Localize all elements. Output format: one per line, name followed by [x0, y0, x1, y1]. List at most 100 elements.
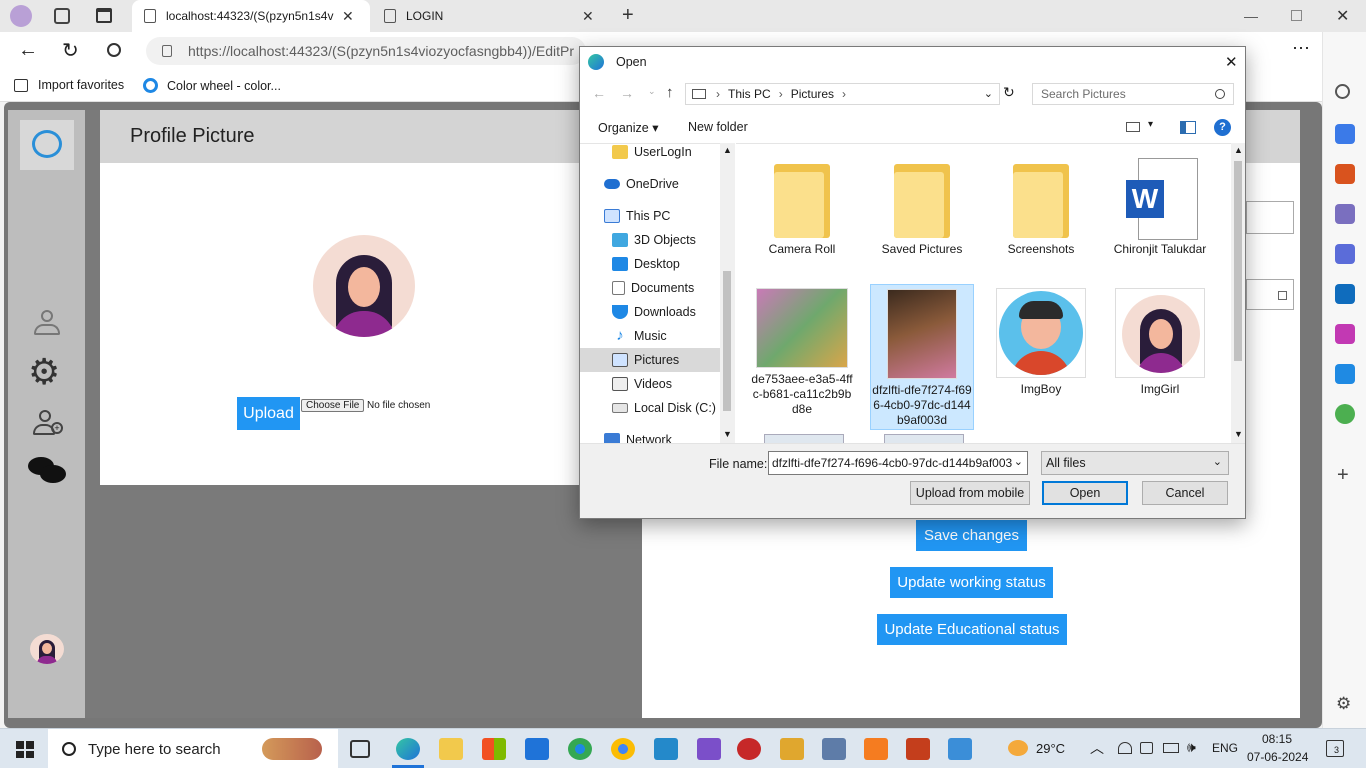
- nav-item-network[interactable]: Network: [580, 428, 720, 443]
- folder-saved-pictures[interactable]: Saved Pictures: [870, 158, 974, 257]
- update-educational-status-button[interactable]: Update Educational status: [877, 614, 1067, 645]
- task-view-icon[interactable]: [350, 740, 370, 758]
- minimize-icon[interactable]: —: [1244, 8, 1258, 24]
- taskbar-search-box[interactable]: Type here to search: [48, 729, 338, 768]
- save-changes-button[interactable]: Save changes: [916, 520, 1027, 551]
- tab-actions-icon[interactable]: [96, 8, 112, 23]
- nav-item-desktop[interactable]: Desktop: [580, 252, 720, 276]
- close-tab-icon[interactable]: ✕: [582, 8, 594, 25]
- forward-arrow-icon[interactable]: →: [620, 85, 634, 101]
- file-image-dfzlfti[interactable]: dfzlfti-dfe7f274-f696-4cb0-97dc-d144b9af…: [870, 284, 974, 430]
- date-input[interactable]: [1246, 279, 1294, 310]
- chevron-down-icon[interactable]: ⌄: [1014, 455, 1023, 468]
- file-image-de753aee[interactable]: de753aee-e3a5-4ffc-b681-ca11c2b9bd8e: [750, 288, 854, 417]
- restore-icon[interactable]: [1291, 10, 1302, 21]
- vscode-icon[interactable]: [654, 738, 678, 760]
- file-scrollbar[interactable]: ▲ ▼: [1231, 143, 1245, 443]
- battery-icon[interactable]: [1163, 743, 1179, 753]
- outlook-icon[interactable]: [1335, 284, 1355, 304]
- view-options-icon[interactable]: [1126, 122, 1140, 132]
- text-input[interactable]: [1246, 201, 1294, 234]
- image-thumbnail[interactable]: [884, 434, 964, 443]
- search-icon[interactable]: [107, 43, 121, 57]
- edge-browser-icon[interactable]: [396, 738, 420, 760]
- snipping-tool-icon[interactable]: [948, 738, 972, 760]
- file-type-select[interactable]: All files ⌄: [1041, 451, 1229, 475]
- nav-item-onedrive[interactable]: OneDrive: [580, 172, 720, 196]
- view-dropdown-icon[interactable]: ▾: [1148, 119, 1153, 130]
- nav-item-videos[interactable]: Videos: [580, 372, 720, 396]
- add-sidebar-icon[interactable]: +: [1337, 464, 1349, 487]
- path-breadcrumb[interactable]: › This PC › Pictures › ⌄: [685, 83, 1000, 105]
- url-field[interactable]: https://localhost:44323/(S(pzyn5n1s4vioz…: [146, 37, 586, 65]
- refresh-icon[interactable]: ↻: [1003, 84, 1015, 101]
- nav-item-this-pc[interactable]: This PC: [580, 204, 720, 228]
- upload-from-mobile-button[interactable]: Upload from mobile: [910, 481, 1030, 505]
- nav-item-downloads[interactable]: Downloads: [580, 300, 720, 324]
- nav-scrollbar[interactable]: ▲ ▼: [720, 143, 735, 443]
- notifications-icon[interactable]: 3: [1326, 740, 1344, 757]
- network-icon[interactable]: [1118, 742, 1132, 754]
- tab-localhost[interactable]: localhost:44323/(S(pzyn5n1s4vio ✕: [132, 0, 370, 32]
- file-name-input[interactable]: dfzlfti-dfe7f274-f696-4cb0-97dc-d144b9af…: [768, 451, 1028, 475]
- file-explorer-icon[interactable]: [439, 738, 463, 760]
- windows-start-icon[interactable]: [16, 741, 34, 758]
- breadcrumb-this-pc[interactable]: This PC: [728, 87, 771, 101]
- nav-item-3d-objects[interactable]: 3D Objects: [580, 228, 720, 252]
- camera-icon[interactable]: [1140, 742, 1153, 754]
- settings-icon[interactable]: ⚙: [28, 354, 60, 390]
- recent-chevron-icon[interactable]: ⌄: [648, 86, 656, 97]
- weather-temperature[interactable]: 29°C: [1036, 741, 1065, 756]
- chrome-profile-icon[interactable]: [568, 738, 592, 760]
- upload-button[interactable]: Upload: [237, 397, 300, 430]
- clock-date[interactable]: 07-06-2024: [1247, 750, 1308, 764]
- favorite-color-wheel[interactable]: Color wheel - color...: [143, 78, 281, 93]
- clock-time[interactable]: 08:15: [1262, 732, 1292, 746]
- close-window-icon[interactable]: ✕: [1336, 6, 1349, 26]
- back-arrow-icon[interactable]: ←: [592, 85, 606, 101]
- avatar[interactable]: [30, 634, 64, 664]
- file-word-document[interactable]: W Chironjit Talukdar: [1108, 158, 1212, 257]
- chrome-icon[interactable]: [611, 738, 635, 760]
- image-thumbnail[interactable]: [764, 434, 844, 443]
- workspaces-icon[interactable]: [54, 8, 70, 24]
- send-icon[interactable]: [1335, 364, 1355, 384]
- powerpoint-icon[interactable]: [906, 738, 930, 760]
- volume-icon[interactable]: 🕪: [1187, 739, 1196, 756]
- help-icon[interactable]: ?: [1214, 119, 1231, 136]
- shopping-tag-icon[interactable]: [1335, 124, 1355, 144]
- file-image-imgboy[interactable]: ImgBoy: [989, 288, 1093, 397]
- breadcrumb-pictures[interactable]: Pictures: [791, 87, 834, 101]
- file-image-imggirl[interactable]: ImgGirl: [1108, 288, 1212, 397]
- refresh-icon[interactable]: ↻: [62, 38, 79, 63]
- weather-icon[interactable]: [1008, 740, 1028, 756]
- profile-avatar-icon[interactable]: [10, 5, 32, 27]
- choose-file-button[interactable]: Choose File: [301, 399, 365, 412]
- more-menu-icon[interactable]: ⋯: [1292, 38, 1311, 59]
- calendar-icon[interactable]: [1278, 291, 1287, 300]
- add-user-icon[interactable]: +: [33, 410, 63, 436]
- designer-icon[interactable]: [1335, 324, 1355, 344]
- preview-pane-icon[interactable]: [1180, 121, 1196, 134]
- mail-icon[interactable]: [525, 738, 549, 760]
- nav-item-documents[interactable]: Documents: [580, 276, 720, 300]
- tray-chevron-icon[interactable]: ︿: [1090, 738, 1104, 758]
- office-icon[interactable]: [1335, 244, 1355, 264]
- up-arrow-icon[interactable]: ↑: [666, 84, 674, 101]
- search-pictures-input[interactable]: Search Pictures: [1032, 83, 1234, 105]
- people-icon[interactable]: [1335, 204, 1355, 224]
- back-icon[interactable]: ←: [18, 39, 38, 62]
- new-tab-icon[interactable]: +: [622, 4, 634, 27]
- store-icon[interactable]: [482, 738, 506, 760]
- search-icon[interactable]: [1335, 84, 1350, 99]
- language-indicator[interactable]: ENG: [1212, 741, 1238, 755]
- nav-item-pictures[interactable]: Pictures: [580, 348, 720, 372]
- folder-screenshots[interactable]: Screenshots: [989, 158, 1093, 257]
- path-dropdown-icon[interactable]: ⌄: [984, 87, 993, 100]
- close-dialog-icon[interactable]: ✕: [1225, 53, 1238, 71]
- organize-button[interactable]: Organize ▾: [598, 120, 658, 135]
- settings-icon[interactable]: ⚙: [1336, 694, 1351, 714]
- cancel-button[interactable]: Cancel: [1142, 481, 1228, 505]
- tools-app-icon[interactable]: [780, 738, 804, 760]
- virtualbox-icon[interactable]: [822, 738, 846, 760]
